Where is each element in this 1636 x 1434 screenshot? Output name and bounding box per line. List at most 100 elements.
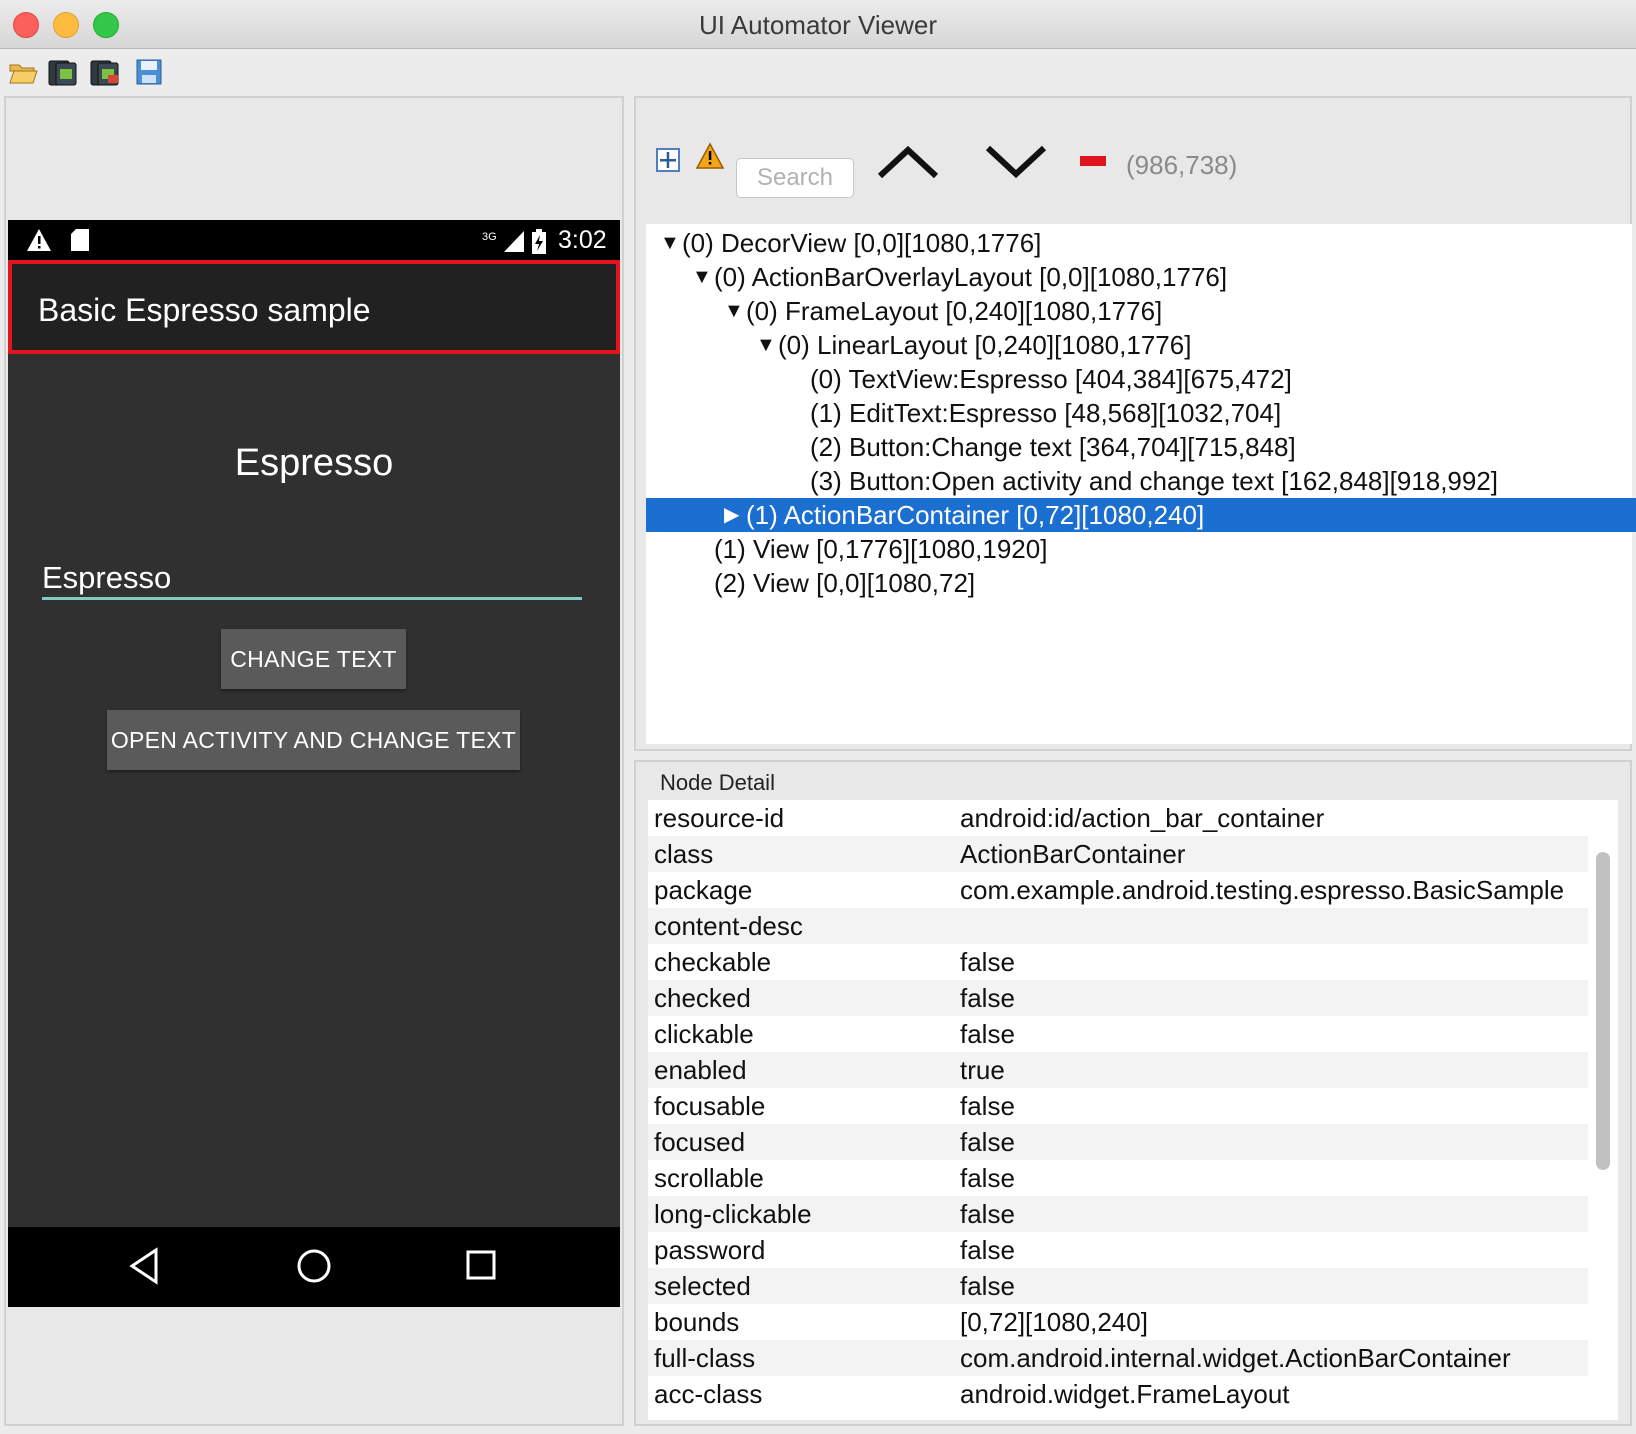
table-row[interactable]: full-class com.android.internal.widget.Ac… [648, 1340, 1588, 1376]
cursor-coordinates: (986,738) [1126, 150, 1238, 180]
open-folder-icon[interactable] [8, 57, 38, 87]
hierarchy-pane: Search (986,738) ▼(0) DecorView [0,0][10… [634, 96, 1636, 751]
device-screenshot-icon[interactable] [48, 57, 78, 87]
toolbar [0, 49, 1636, 95]
property-value: false [960, 1235, 1015, 1265]
property-key: checked [654, 983, 751, 1013]
open-activity-button[interactable]: OPEN ACTIVITY AND CHANGE TEXT [107, 710, 520, 770]
tree-node[interactable]: (1) View [0,1776][1080,1920] [646, 532, 1636, 566]
hierarchy-tree[interactable]: ▼(0) DecorView [0,0][1080,1776] ▼(0) Act… [646, 224, 1636, 744]
property-value: false [960, 1271, 1015, 1301]
tree-node-label: (1) EditText:Espresso [48,568][1032,704] [810, 398, 1282, 428]
property-value: ActionBarContainer [960, 839, 1186, 869]
tree-node-label: (1) ActionBarContainer [0,72][1080,240] [746, 500, 1205, 530]
tree-node-toggle[interactable]: ▼ [724, 294, 746, 328]
expand-all-icon[interactable] [654, 146, 682, 174]
table-row[interactable]: class ActionBarContainer [648, 836, 1588, 872]
app-heading-textview[interactable]: Espresso [8, 442, 620, 485]
property-value: false [960, 1127, 1015, 1157]
tree-node-label: (0) FrameLayout [0,240][1080,1776] [746, 296, 1163, 326]
clear-search-icon[interactable] [1080, 156, 1106, 166]
property-key: clickable [654, 1019, 754, 1049]
tree-node-label: (0) DecorView [0,0][1080,1776] [682, 228, 1042, 258]
table-row[interactable]: clickable false [648, 1016, 1588, 1052]
property-key: focusable [654, 1091, 766, 1121]
property-value: false [960, 983, 1015, 1013]
property-value: com.example.android.testing.espresso.Bas… [960, 875, 1565, 905]
search-input[interactable]: Search [736, 158, 854, 198]
device-screen[interactable]: 3G 3:02 Basic Espresso sample Espresso E… [8, 220, 620, 1307]
table-row[interactable]: selected false [648, 1268, 1588, 1304]
property-key: scrollable [654, 1163, 764, 1193]
tree-node-label: (0) TextView:Espresso [404,384][675,472] [810, 364, 1292, 394]
tree-node[interactable]: (2) Button:Change text [364,704][715,848… [646, 430, 1636, 464]
property-value: [0,72][1080,240] [960, 1307, 1148, 1337]
window-title: UI Automator Viewer [699, 10, 937, 40]
table-row[interactable]: scrollable false [648, 1160, 1588, 1196]
property-value: false [960, 1019, 1015, 1049]
chevron-up-icon[interactable] [876, 144, 940, 180]
property-value: false [960, 1163, 1015, 1193]
tree-node-selected[interactable]: ▶ (1) ActionBarContainer [0,72][1080,240] [646, 498, 1636, 532]
back-icon[interactable] [128, 1247, 160, 1285]
tree-node-label: (2) View [0,0][1080,72] [714, 568, 976, 598]
node-detail-table[interactable]: resource-id android:id/action_bar_contain… [648, 800, 1618, 1420]
property-value: false [960, 1199, 1015, 1229]
tree-node[interactable]: (3) Button:Open activity and change text… [646, 464, 1636, 498]
property-key: acc-class [654, 1379, 763, 1409]
property-key: focused [654, 1127, 746, 1157]
property-key: enabled [654, 1055, 747, 1085]
property-key: resource-id [654, 803, 785, 833]
home-icon[interactable] [295, 1247, 333, 1285]
save-icon[interactable] [134, 57, 164, 87]
action-bar-highlight[interactable]: Basic Espresso sample [8, 260, 620, 354]
sd-card-icon [71, 229, 89, 251]
property-key: long-clickable [654, 1199, 812, 1229]
tree-node[interactable]: (0) TextView:Espresso [404,384][675,472] [646, 362, 1636, 396]
status-bar: 3G 3:02 [8, 220, 620, 260]
table-row[interactable]: acc-class android.widget.FrameLayout [648, 1376, 1588, 1412]
property-value: false [960, 1091, 1015, 1121]
tree-node-toggle[interactable]: ▼ [660, 226, 682, 260]
chevron-down-icon[interactable] [984, 144, 1048, 180]
tree-node[interactable]: ▼(0) LinearLayout [0,240][1080,1776] [646, 328, 1636, 362]
table-row[interactable]: checkable false [648, 944, 1588, 980]
tree-node-label: (0) LinearLayout [0,240][1080,1776] [778, 330, 1192, 360]
vertical-scrollbar[interactable] [1596, 852, 1610, 1170]
change-text-button[interactable]: CHANGE TEXT [221, 629, 406, 689]
tree-node[interactable]: ▼(0) ActionBarOverlayLayout [0,0][1080,1… [646, 260, 1636, 294]
table-row[interactable]: password false [648, 1232, 1588, 1268]
tree-node-toggle[interactable]: ▼ [756, 328, 778, 362]
property-value: android:id/action_bar_container [960, 803, 1325, 833]
device-screenshot-compressed-icon[interactable] [90, 57, 120, 87]
property-key: package [654, 875, 753, 905]
tree-node-toggle[interactable]: ▶ [724, 498, 746, 532]
table-row[interactable]: focused false [648, 1124, 1588, 1160]
tree-node[interactable]: (2) View [0,0][1080,72] [646, 566, 1636, 600]
property-value: com.android.internal.widget.ActionBarCon… [960, 1343, 1511, 1373]
battery-charging-icon [532, 229, 546, 254]
table-row[interactable]: enabled true [648, 1052, 1588, 1088]
table-row[interactable]: long-clickable false [648, 1196, 1588, 1232]
property-key: checkable [654, 947, 772, 977]
tree-node-label: (3) Button:Open activity and change text… [810, 466, 1499, 496]
nav-warning-icon[interactable] [696, 142, 724, 170]
tree-node-toggle[interactable]: ▼ [692, 260, 714, 294]
recents-icon[interactable] [465, 1249, 497, 1281]
table-row[interactable]: focusable false [648, 1088, 1588, 1124]
tree-node[interactable]: ▼(0) FrameLayout [0,240][1080,1776] [646, 294, 1636, 328]
tree-node-label: (2) Button:Change text [364,704][715,848… [810, 432, 1296, 462]
table-row[interactable]: bounds [0,72][1080,240] [648, 1304, 1588, 1340]
table-row[interactable]: package com.example.android.testing.espre… [648, 872, 1588, 908]
tree-node[interactable]: (1) EditText:Espresso [48,568][1032,704] [646, 396, 1636, 430]
table-row[interactable]: resource-id android:id/action_bar_contain… [648, 800, 1588, 836]
table-row[interactable]: content-desc [648, 908, 1588, 944]
action-bar-title: Basic Espresso sample [38, 292, 371, 328]
node-detail-title: Node Detail [660, 770, 775, 795]
tree-node[interactable]: ▼(0) DecorView [0,0][1080,1776] [646, 226, 1636, 260]
edit-text-field[interactable]: Espresso [42, 560, 582, 600]
tree-node-label: (0) ActionBarOverlayLayout [0,0][1080,17… [714, 262, 1228, 292]
table-row[interactable]: checked false [648, 980, 1588, 1016]
signal-3g-icon: 3G [482, 231, 524, 252]
property-value: true [960, 1055, 1005, 1085]
